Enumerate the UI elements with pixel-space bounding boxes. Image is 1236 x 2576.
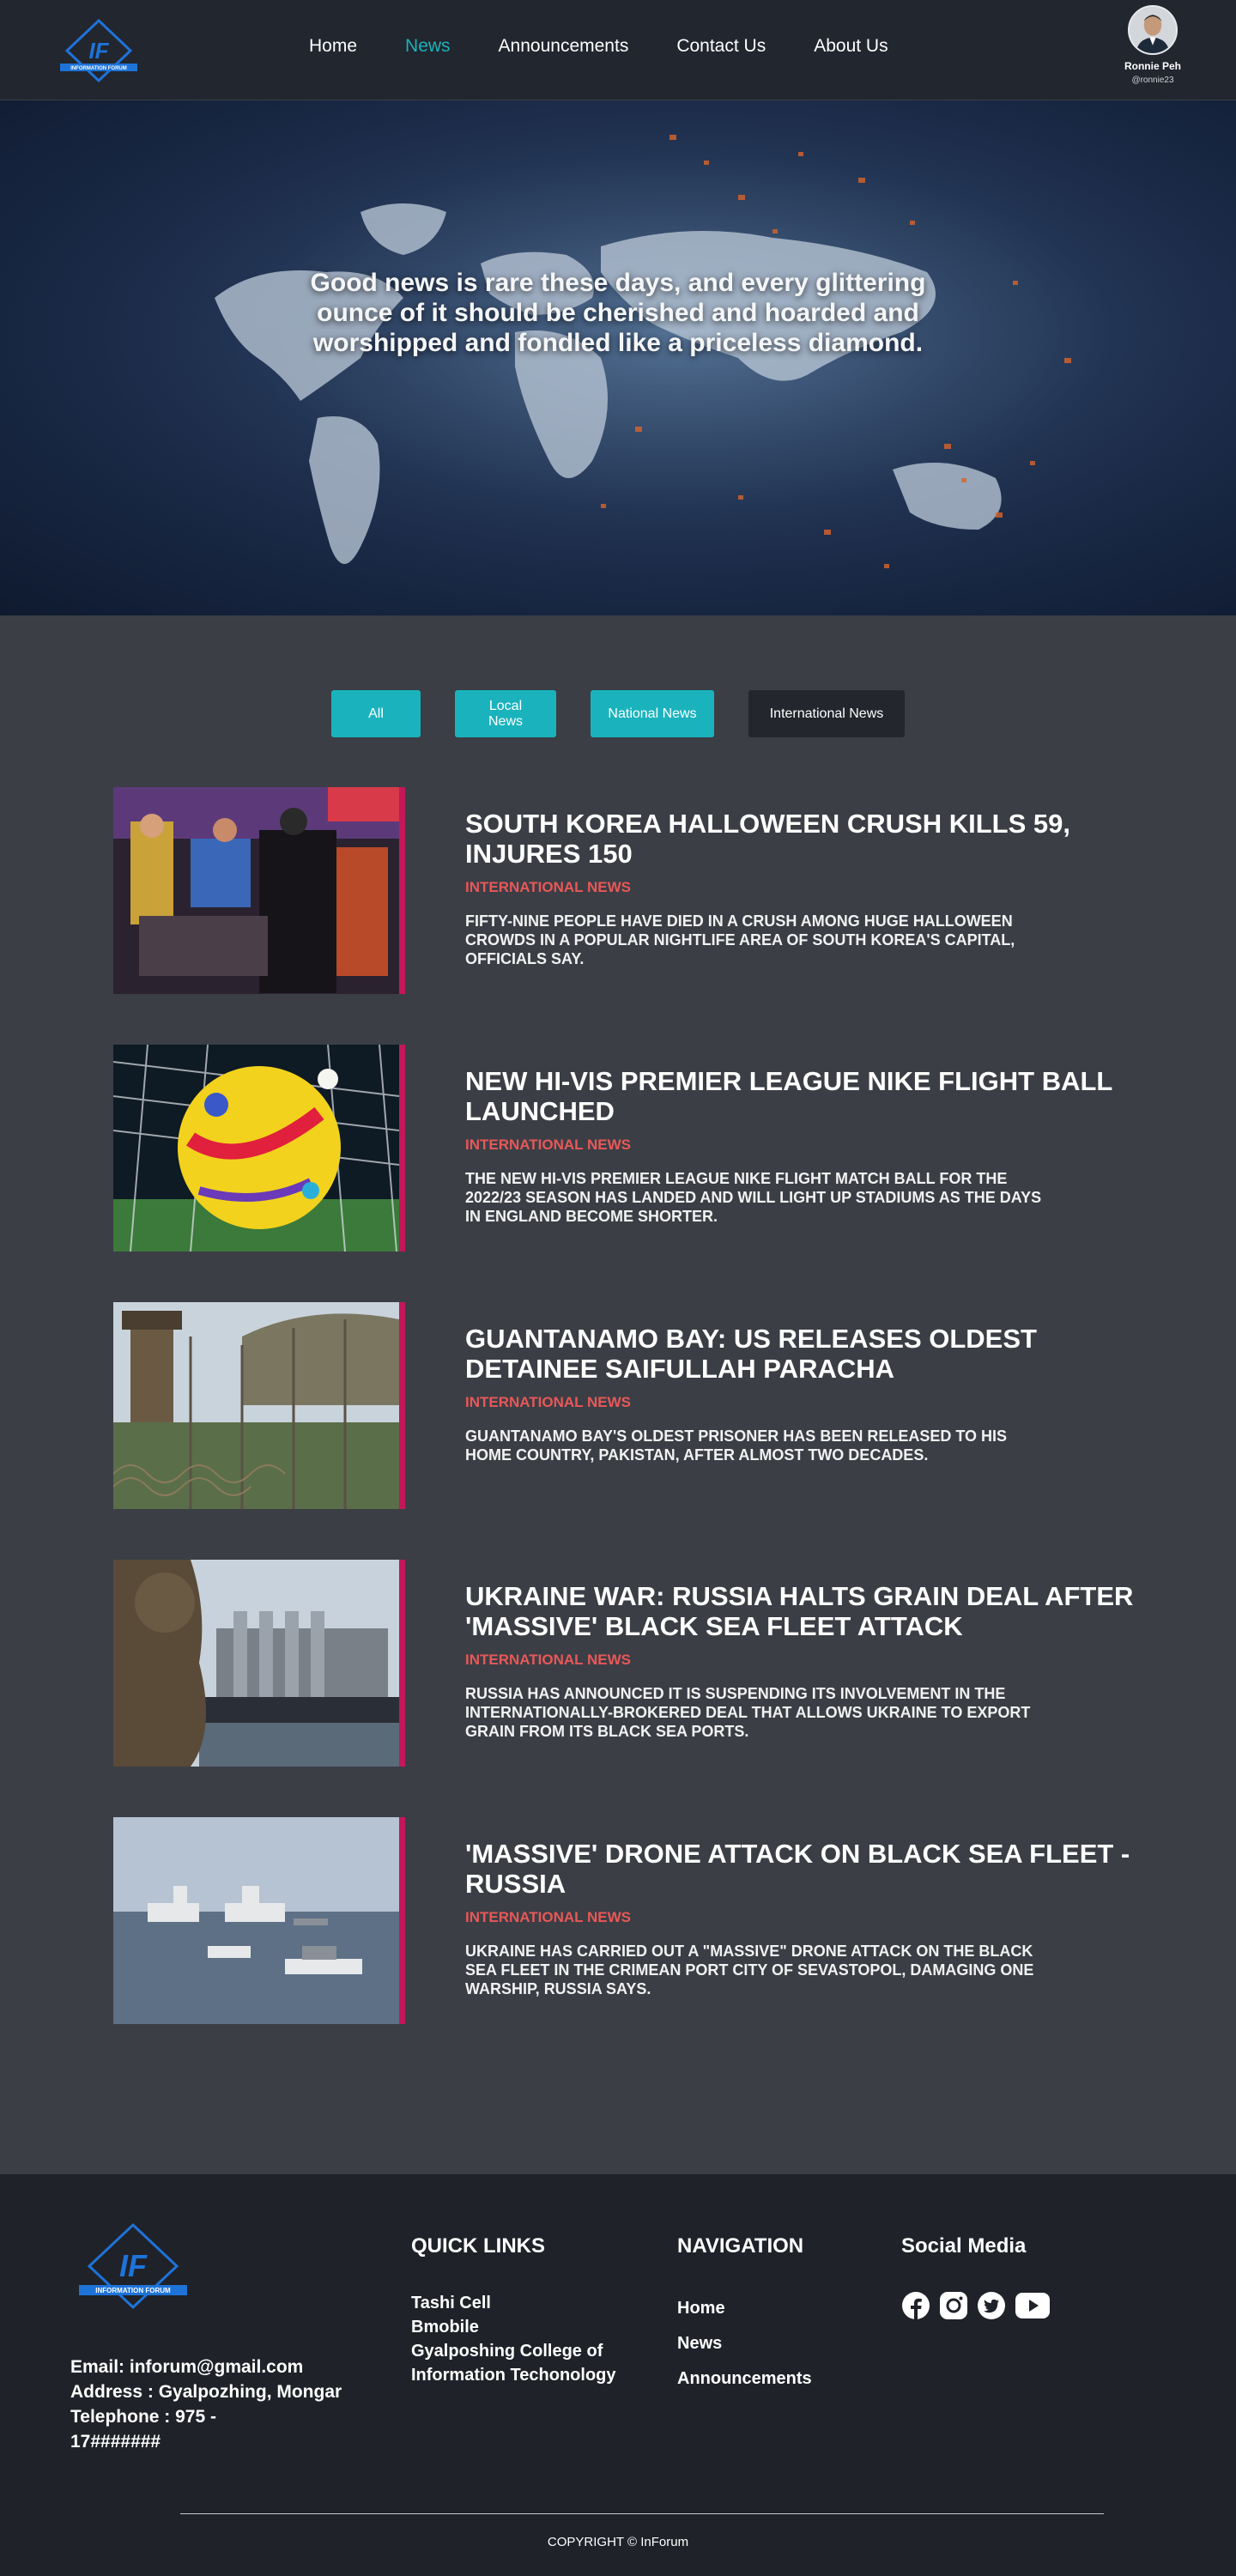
article-image[interactable] xyxy=(113,1560,405,1767)
article-category: International News xyxy=(465,879,631,895)
nav-link-about-us[interactable]: About Us xyxy=(814,36,888,57)
crowd-rescue-photo xyxy=(113,787,399,994)
filter-national-news-button[interactable]: National News xyxy=(591,690,714,737)
article-image[interactable] xyxy=(113,1302,405,1509)
quick-link-bmobile[interactable]: Bmobile xyxy=(411,2315,660,2339)
article-card: New Hi-Vis Premier League Nike Flight ba… xyxy=(0,1045,1236,1302)
article-title[interactable]: Guantanamo Bay: US releases oldest detai… xyxy=(465,1324,1135,1384)
article-description: Fifty-nine people have died in a crush a… xyxy=(465,912,1015,967)
twitter-icon[interactable] xyxy=(977,2291,1006,2320)
article-body: New Hi-Vis Premier League Nike Flight ba… xyxy=(465,1066,1135,1226)
article-category: International News xyxy=(465,1652,631,1668)
football-photo xyxy=(113,1045,399,1252)
article-description: Ukraine has carried out a "massive" dron… xyxy=(465,1943,1034,1997)
article-image[interactable] xyxy=(113,1817,405,2024)
footer-navigation-heading: NAVIGATION xyxy=(677,2234,804,2258)
logo-subtext: INFORMATION FORUM xyxy=(70,66,127,71)
contact-info: Email: inforum@gmail.com Address : Gyalp… xyxy=(70,2355,362,2454)
contact-email: Email: inforum@gmail.com xyxy=(70,2357,304,2377)
contact-address: Address : Gyalpozhing, Mongar xyxy=(70,2382,342,2402)
footer-logo[interactable]: IF INFORMATION FORUM xyxy=(77,2221,189,2316)
hero-banner: Good news is rare these days, and every … xyxy=(0,100,1236,615)
footer-divider xyxy=(180,2513,1104,2514)
prison-fence-photo xyxy=(113,1302,399,1509)
site-logo[interactable]: IF INFORMATION FORUM xyxy=(60,19,137,82)
article-category: International News xyxy=(465,1909,631,1925)
article-title[interactable]: New Hi-Vis Premier League Nike Flight ba… xyxy=(465,1066,1135,1126)
social-media: Social Media xyxy=(901,2234,1059,2320)
news-section: All Local News National News Internation… xyxy=(0,615,1236,2174)
footer-logo-subtext: INFORMATION FORUM xyxy=(95,2287,171,2294)
top-navbar: IF INFORMATION FORUM Home News Announcem… xyxy=(0,0,1236,100)
contact-telephone: Telephone : 975 - 17####### xyxy=(70,2407,216,2452)
article-image[interactable] xyxy=(113,787,405,994)
news-filters: All Local News National News Internation… xyxy=(0,690,1236,737)
hero-quote: Good news is rare these days, and every … xyxy=(310,269,926,357)
quick-link-college[interactable]: Gyalposhing College of Information Techo… xyxy=(411,2339,660,2387)
nav-link-contact-us[interactable]: Contact Us xyxy=(676,36,766,57)
article-card: Ukraine war: Russia halts grain deal aft… xyxy=(0,1560,1236,1817)
quick-link-tashi-cell[interactable]: Tashi Cell xyxy=(411,2291,660,2315)
article-category: International News xyxy=(465,1394,631,1410)
warships-photo xyxy=(113,1817,399,2024)
youtube-icon[interactable] xyxy=(1015,2292,1051,2319)
footer-nav-news[interactable]: News xyxy=(677,2326,812,2361)
filter-all-button[interactable]: All xyxy=(331,690,421,737)
quick-links-heading: QUICK LINKS xyxy=(411,2234,545,2258)
article-description: The new Hi-Vis Premier League Nike Fligh… xyxy=(465,1170,1042,1225)
article-card: Guantanamo Bay: US releases oldest detai… xyxy=(0,1302,1236,1560)
article-image[interactable] xyxy=(113,1045,405,1252)
article-title[interactable]: 'Massive' drone attack on Black Sea Flee… xyxy=(465,1839,1135,1899)
article-title[interactable]: South Korea Halloween crush kills 59, in… xyxy=(465,809,1135,869)
article-card: South Korea Halloween crush kills 59, in… xyxy=(0,787,1236,1045)
instagram-icon[interactable] xyxy=(939,2291,968,2320)
article-list: South Korea Halloween crush kills 59, in… xyxy=(0,787,1236,2075)
nav-link-home[interactable]: Home xyxy=(309,36,357,57)
world-map-background xyxy=(0,100,1236,615)
social-icons xyxy=(901,2291,1059,2320)
logo-text: IF xyxy=(88,38,109,64)
nav-link-announcements[interactable]: Announcements xyxy=(499,36,629,57)
facebook-icon[interactable] xyxy=(901,2291,930,2320)
user-name: Ronnie Peh xyxy=(1124,60,1181,72)
site-footer: IF INFORMATION FORUM Email: inforum@gmai… xyxy=(0,2174,1236,2576)
user-profile[interactable]: Ronnie Peh @ronnie23 xyxy=(1116,5,1190,85)
main-nav: Home News Announcements Contact Us About… xyxy=(309,36,888,57)
article-body: South Korea Halloween crush kills 59, in… xyxy=(465,809,1135,968)
nav-link-news[interactable]: News xyxy=(405,36,451,57)
quick-links: QUICK LINKS Tashi Cell Bmobile Gyalposhi… xyxy=(411,2234,660,2387)
copyright-text: COPYRIGHT © InForum xyxy=(547,2535,689,2549)
footer-logo-text: IF xyxy=(119,2248,148,2283)
article-body: Guantanamo Bay: US releases oldest detai… xyxy=(465,1324,1135,1464)
social-media-heading: Social Media xyxy=(901,2234,1027,2258)
article-card: 'Massive' drone attack on Black Sea Flee… xyxy=(0,1817,1236,2075)
article-description: Russia has announced it is suspending it… xyxy=(465,1685,1031,1740)
filter-local-news-button[interactable]: Local News xyxy=(455,690,556,737)
article-description: Guantanamo Bay's oldest prisoner has bee… xyxy=(465,1427,1008,1464)
filter-international-news-button[interactable]: International News xyxy=(748,690,905,737)
article-title[interactable]: Ukraine war: Russia halts grain deal aft… xyxy=(465,1581,1135,1641)
footer-navigation: NAVIGATION Home News Announcements xyxy=(677,2234,812,2397)
article-category: International News xyxy=(465,1136,631,1153)
avatar[interactable] xyxy=(1128,5,1178,55)
footer-nav-announcements[interactable]: Announcements xyxy=(677,2361,812,2397)
user-handle: @ronnie23 xyxy=(1131,76,1174,85)
article-body: Ukraine war: Russia halts grain deal aft… xyxy=(465,1581,1135,1741)
footer-nav-home[interactable]: Home xyxy=(677,2291,812,2326)
grain-port-photo xyxy=(113,1560,399,1767)
article-body: 'Massive' drone attack on Black Sea Flee… xyxy=(465,1839,1135,1998)
